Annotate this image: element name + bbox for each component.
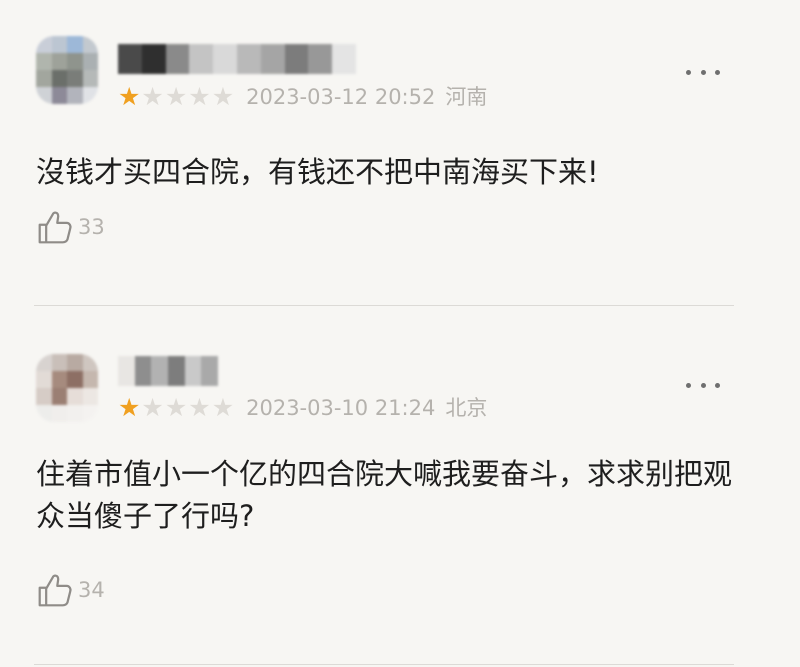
mosaic-block bbox=[332, 44, 356, 74]
mosaic-block bbox=[189, 44, 214, 74]
mosaic-block bbox=[168, 356, 185, 386]
star-empty-icon: ★ bbox=[164, 393, 188, 422]
star-filled-icon: ★ bbox=[118, 393, 141, 422]
avatar-image bbox=[36, 36, 98, 104]
review-timestamp: 2023-03-10 21:24 bbox=[246, 396, 436, 420]
mosaic-block bbox=[134, 356, 152, 386]
mosaic-block bbox=[82, 53, 98, 70]
thumbs-up-icon bbox=[38, 574, 72, 606]
mosaic-block bbox=[260, 44, 285, 74]
username-blurred[interactable] bbox=[118, 44, 356, 74]
review-card: ★ ★ ★ ★ ★ 2023-03-10 21:24 北京 住着市值小一个亿的四合院大喊… bbox=[0, 307, 800, 667]
mosaic-block bbox=[184, 356, 202, 386]
review-content: 住着市值小一个亿的四合院大喊我要奋斗，求求别把观众当傻子了行吗? bbox=[36, 457, 733, 533]
mosaic-block bbox=[67, 36, 83, 53]
mosaic-block bbox=[67, 354, 83, 371]
more-dots-icon bbox=[686, 69, 691, 75]
more-dot bbox=[715, 382, 720, 388]
mosaic-block bbox=[51, 388, 67, 405]
avatar[interactable] bbox=[36, 354, 98, 422]
star-empty-icon: ★ bbox=[188, 393, 211, 422]
review-timestamp: 2023-03-12 20:52 bbox=[246, 85, 436, 109]
mosaic-block bbox=[82, 371, 98, 388]
star-rating: ★ ★ ★ ★ ★ bbox=[118, 393, 234, 423]
thumbs-up-icon bbox=[38, 211, 72, 243]
mosaic-block bbox=[67, 87, 83, 104]
mosaic-block bbox=[67, 388, 83, 405]
like-count: 34 bbox=[78, 578, 105, 602]
mosaic-block bbox=[51, 70, 67, 87]
mosaic-block bbox=[51, 53, 67, 70]
review-location: 河南 bbox=[445, 85, 488, 109]
mosaic-block bbox=[213, 44, 237, 74]
mosaic-block bbox=[36, 53, 52, 70]
divider bbox=[34, 664, 734, 665]
mosaic-block bbox=[118, 44, 142, 74]
avatar-image bbox=[36, 354, 98, 422]
mosaic-block bbox=[82, 70, 98, 87]
mosaic-block bbox=[82, 388, 98, 405]
mosaic-block bbox=[82, 87, 98, 104]
mosaic-block bbox=[151, 356, 169, 386]
review-meta: ★ ★ ★ ★ ★ 2023-03-12 20:52 河南 bbox=[118, 82, 487, 112]
mosaic-block bbox=[36, 354, 52, 371]
mosaic-block bbox=[36, 371, 52, 388]
mosaic-block bbox=[51, 36, 67, 53]
mosaic-block bbox=[67, 371, 83, 388]
mosaic-block bbox=[67, 70, 83, 87]
mosaic-block bbox=[36, 87, 52, 104]
mosaic-block bbox=[67, 405, 83, 422]
mosaic-block bbox=[308, 44, 333, 74]
mosaic-block bbox=[36, 405, 52, 422]
mosaic-block bbox=[51, 87, 67, 104]
mosaic-block bbox=[284, 44, 309, 74]
more-options-button[interactable] bbox=[686, 64, 720, 80]
star-empty-icon: ★ bbox=[211, 393, 235, 422]
mosaic-block bbox=[201, 356, 219, 386]
star-empty-icon: ★ bbox=[141, 82, 164, 111]
mosaic-block bbox=[236, 44, 261, 74]
avatar[interactable] bbox=[36, 36, 98, 104]
mosaic-block bbox=[51, 405, 67, 422]
star-empty-icon: ★ bbox=[141, 393, 164, 422]
mosaic-block bbox=[36, 70, 52, 87]
star-filled-icon: ★ bbox=[118, 82, 141, 111]
mosaic-block bbox=[51, 354, 67, 371]
review-card: ★ ★ ★ ★ ★ 2023-03-12 20:52 河南 沒钱才买四合院，有钱还不把中… bbox=[0, 0, 800, 306]
mosaic-block bbox=[67, 53, 83, 70]
more-options-button[interactable] bbox=[686, 377, 720, 393]
more-dot bbox=[700, 382, 706, 388]
divider bbox=[34, 305, 734, 306]
mosaic-block bbox=[36, 388, 52, 405]
star-empty-icon: ★ bbox=[188, 82, 211, 111]
review-content: 沒钱才买四合院，有钱还不把中南海买下来! bbox=[36, 155, 599, 189]
mosaic-block bbox=[51, 371, 67, 388]
more-dot bbox=[700, 69, 706, 75]
mosaic-block bbox=[118, 356, 135, 386]
star-empty-icon: ★ bbox=[164, 82, 188, 111]
review-meta: ★ ★ ★ ★ ★ 2023-03-10 21:24 北京 bbox=[118, 393, 487, 423]
mosaic-block bbox=[82, 405, 98, 422]
more-dot bbox=[715, 69, 720, 75]
mosaic-block bbox=[82, 354, 98, 371]
review-location: 北京 bbox=[445, 396, 488, 420]
star-empty-icon: ★ bbox=[211, 82, 235, 111]
mosaic-block bbox=[141, 44, 166, 74]
username-blurred[interactable] bbox=[118, 356, 219, 386]
like-button[interactable]: 33 bbox=[36, 207, 105, 247]
mosaic-block bbox=[36, 36, 52, 53]
more-dots-icon bbox=[686, 382, 691, 388]
mosaic-block bbox=[82, 36, 98, 53]
mosaic-block bbox=[165, 44, 190, 74]
like-count: 33 bbox=[78, 215, 105, 239]
star-rating: ★ ★ ★ ★ ★ bbox=[118, 82, 234, 112]
like-button[interactable]: 34 bbox=[36, 570, 105, 610]
